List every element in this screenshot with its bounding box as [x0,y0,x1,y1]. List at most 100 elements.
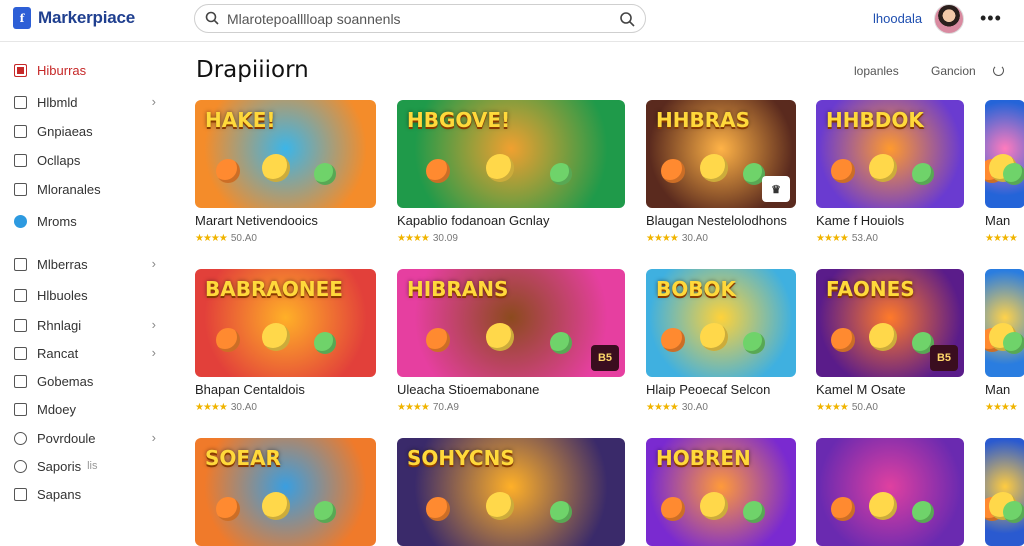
character-art [426,328,450,352]
rating-stars-icon: ★★★★ [985,233,1018,244]
character-art [831,159,855,183]
brand[interactable]: f Markerpiace [13,7,135,29]
rating-stars-icon: ★★★★ [397,402,430,413]
filter-option-1[interactable]: lopanles [854,64,899,78]
game-thumbnail[interactable]: HHBDOK [816,100,964,208]
character-art [486,492,514,520]
game-title[interactable]: Kame f Houiols [816,213,904,228]
game-thumbnail[interactable]: HIBRANS B5 [397,269,625,377]
sidebar-item[interactable]: Mroms [14,211,160,231]
chevron-right-icon[interactable]: › [152,345,156,360]
chevron-right-icon[interactable]: › [152,256,156,271]
game-title[interactable]: Uleacha Stioemabonane [397,382,539,397]
sidebar-item[interactable]: Hlbmld › [14,92,160,112]
search-bar[interactable] [194,4,646,33]
character-art [486,323,514,351]
rating-stars-icon: ★★★★ [816,402,849,413]
sidebar-item[interactable]: Hiburras [14,60,160,80]
game-rating: ★★★★ 50.A0 [816,402,878,413]
game-thumbnail[interactable] [816,438,964,546]
search-input[interactable] [227,9,597,29]
game-thumbnail[interactable]: HOBREN [646,438,796,546]
filter-option-2[interactable]: Gancion [931,64,976,78]
game-thumbnail[interactable]: HHBRAS ♛ [646,100,796,208]
game-logo-text: HBGOVE! [407,108,511,132]
game-rating: ★★★★ 30.09 [397,233,458,244]
game-title[interactable]: Hlaip Peoecaf Selcon [646,382,770,397]
sidebar-item[interactable]: Gnpiaeas [14,121,160,141]
bookmark-icon [14,402,27,416]
game-thumbnail[interactable] [985,438,1024,546]
game-thumbnail[interactable]: BABRAONEE [195,269,376,377]
image-icon [14,95,27,109]
game-thumbnail[interactable]: FAONES B5 [816,269,964,377]
character-art [700,154,728,182]
rating-stars-icon: ★★★★ [397,233,430,244]
more-options-icon[interactable]: ••• [980,8,1002,29]
game-thumbnail[interactable]: HAKE! [195,100,376,208]
rating-value: 50.A0 [230,233,257,244]
character-art [743,332,765,354]
document-icon [14,487,27,501]
rating-value: 30.A0 [230,402,257,413]
sidebar-item[interactable]: Rhnlagi › [14,315,160,335]
rating-stars-icon: ★★★★ [816,233,849,244]
game-thumbnail[interactable]: SOHYCNS [397,438,625,546]
character-art [700,323,728,351]
game-rating: ★★★★ 70.A9 [397,402,459,413]
sidebar-item-label: Hiburras [37,62,87,78]
game-logo-text: BOBOK [656,277,736,301]
sidebar-item[interactable]: Hlbuoles [14,285,160,305]
sidebar-item[interactable]: Rancat › [14,343,160,363]
rating-value: 70.A9 [432,402,459,413]
character-art [831,497,855,521]
search-submit-icon[interactable] [619,11,635,27]
square-icon [14,346,27,360]
sidebar-item-label: Hlbuoles [37,287,88,303]
sidebar-item-label: Rancat [37,345,79,361]
chevron-right-icon[interactable]: › [152,317,156,332]
grid-icon [14,153,27,167]
game-title[interactable]: Blaugan Nestelolodhons [646,213,787,228]
game-thumbnail[interactable] [985,100,1024,208]
sidebar-item[interactable]: Mlberras › [14,254,160,274]
game-rating: ★★★★ 30.A0 [646,233,708,244]
game-badge: B5 [591,345,619,371]
sidebar-item[interactable]: Gobemas [14,371,160,391]
sidebar-item[interactable]: Sapans [14,484,160,504]
game-thumbnail[interactable]: SOEAR [195,438,376,546]
user-name-link[interactable]: lhoodala [873,11,922,26]
game-title[interactable]: Marart Netivendooics [195,213,318,228]
game-art [816,438,964,546]
chat-icon [14,214,27,228]
character-art [912,163,934,185]
sidebar-item[interactable]: Mdoey [14,399,160,419]
chevron-right-icon[interactable]: › [152,94,156,109]
sidebar-item[interactable]: Mloranales [14,179,160,199]
sidebar-item[interactable]: Saporis lis [14,456,160,476]
game-title[interactable]: Kapablio fodanoan Gcnlay [397,213,550,228]
game-thumbnail[interactable]: HBGOVE! [397,100,625,208]
game-logo-text: SOHYCNS [407,446,515,470]
sidebar-item-label: Sapans [37,486,82,502]
refresh-icon[interactable] [993,65,1004,76]
chevron-right-icon[interactable]: › [152,430,156,445]
character-art [661,497,685,521]
character-art [831,328,855,352]
game-title[interactable]: Kamel M Osate [816,382,906,397]
game-title[interactable]: Bhapan Centaldois [195,382,305,397]
game-logo-text: SOEAR [205,446,281,470]
game-rating: ★★★★ 30.A0 [195,402,257,413]
sidebar-item[interactable]: Povrdoule › [14,428,160,448]
game-rating: ★★★★ [985,402,1021,413]
game-title[interactable]: Man [985,213,1010,228]
character-art [216,497,240,521]
sidebar-item-label: Gnpiaeas [37,123,93,139]
sidebar-item[interactable]: Ocllaps [14,150,160,170]
game-thumbnail[interactable] [985,269,1024,377]
sidebar-item-label: Rhnlagi [37,317,82,333]
character-art [912,501,934,523]
avatar[interactable] [934,4,964,34]
game-thumbnail[interactable]: BOBOK [646,269,796,377]
game-title[interactable]: Man [985,382,1010,397]
